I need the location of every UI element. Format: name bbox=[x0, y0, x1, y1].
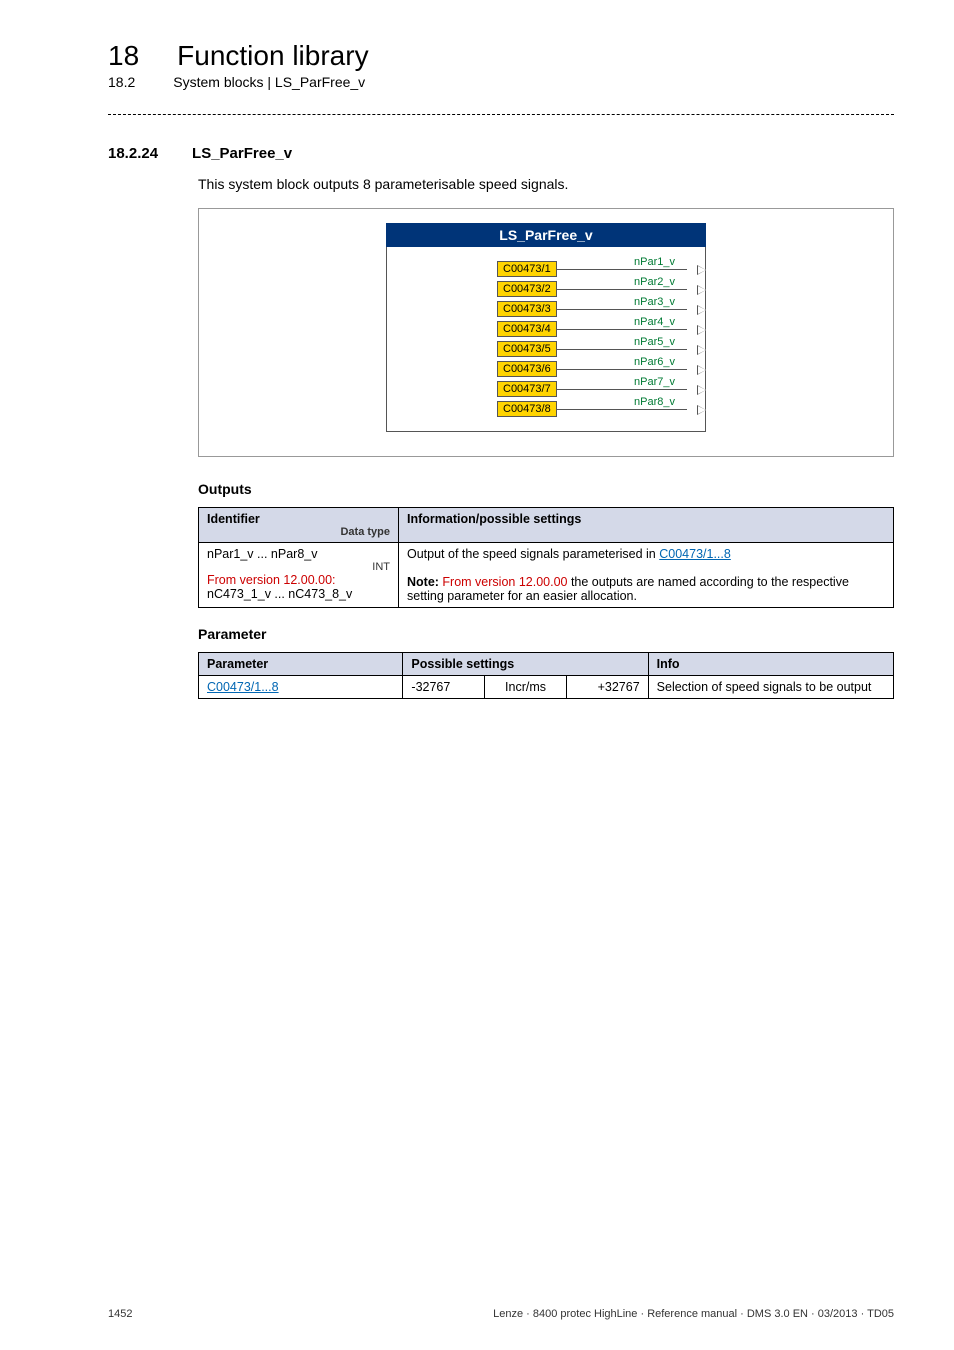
settings-max: +32767 bbox=[566, 676, 648, 699]
chapter-title: Function library bbox=[177, 40, 368, 72]
param-box: C00473/8 bbox=[497, 401, 557, 417]
link[interactable]: C00473/1...8 bbox=[659, 547, 731, 561]
param-box: C00473/3 bbox=[497, 301, 557, 317]
col-settings: Possible settings bbox=[403, 653, 648, 676]
output-label: nPar2_v bbox=[634, 276, 675, 288]
param-link[interactable]: C00473/1...8 bbox=[207, 680, 279, 694]
output-label: nPar5_v bbox=[634, 336, 675, 348]
col-info: Info bbox=[648, 653, 893, 676]
parameter-table: Parameter Possible settings Info C00473/… bbox=[198, 652, 894, 699]
param-box: C00473/6 bbox=[497, 361, 557, 377]
section-number: 18.2 bbox=[108, 74, 135, 90]
col-info: Information/possible settings bbox=[399, 508, 894, 543]
col-identifier: Identifier bbox=[207, 512, 390, 526]
intro-text: This system block outputs 8 parameterisa… bbox=[198, 176, 894, 192]
footer-text: Lenze · 8400 protec HighLine · Reference… bbox=[493, 1308, 894, 1320]
param-info: Selection of speed signals to be output bbox=[648, 676, 893, 699]
settings-min: -32767 bbox=[403, 676, 485, 699]
subsection-number: 18.2.24 bbox=[108, 145, 158, 162]
divider bbox=[108, 114, 894, 115]
settings-unit: Incr/ms bbox=[485, 676, 567, 699]
parameter-heading: Parameter bbox=[198, 626, 894, 642]
arrow-icon bbox=[697, 285, 706, 295]
outputs-heading: Outputs bbox=[198, 481, 894, 497]
diagram-title: LS_ParFree_v bbox=[386, 223, 706, 247]
datatype-label: Data type bbox=[207, 526, 390, 538]
page-number: 1452 bbox=[108, 1308, 132, 1320]
arrow-icon bbox=[697, 405, 706, 415]
param-box: C00473/4 bbox=[497, 321, 557, 337]
output-label: nPar7_v bbox=[634, 376, 675, 388]
identifier-int: INT bbox=[207, 561, 390, 573]
identifier-line: nPar1_v ... nPar8_v bbox=[207, 547, 390, 561]
output-label: nPar6_v bbox=[634, 356, 675, 368]
output-label: nPar8_v bbox=[634, 396, 675, 408]
arrow-icon bbox=[697, 385, 706, 395]
output-label: nPar4_v bbox=[634, 316, 675, 328]
outputs-table: Identifier Data type Information/possibl… bbox=[198, 507, 894, 608]
param-box: C00473/7 bbox=[497, 381, 557, 397]
param-box: C00473/5 bbox=[497, 341, 557, 357]
arrow-icon bbox=[697, 365, 706, 375]
subsection-title: LS_ParFree_v bbox=[192, 145, 292, 162]
col-parameter: Parameter bbox=[199, 653, 403, 676]
identifier-version: From version 12.00.00: bbox=[207, 573, 390, 587]
section-path: System blocks | LS_ParFree_v bbox=[173, 74, 365, 90]
arrow-icon bbox=[697, 325, 706, 335]
output-label: nPar1_v bbox=[634, 256, 675, 268]
arrow-icon bbox=[697, 305, 706, 315]
param-box: C00473/1 bbox=[497, 261, 557, 277]
arrow-icon bbox=[697, 345, 706, 355]
chapter-number: 18 bbox=[108, 40, 139, 72]
arrow-icon bbox=[697, 265, 706, 275]
block-diagram: LS_ParFree_v C00473/1 nPar1_v C00473/2 n… bbox=[198, 208, 894, 457]
info-line: Output of the speed signals parameterise… bbox=[407, 547, 885, 561]
info-note: Note: From version 12.00.00 the outputs … bbox=[407, 575, 885, 603]
param-box: C00473/2 bbox=[497, 281, 557, 297]
identifier-line: nC473_1_v ... nC473_8_v bbox=[207, 587, 390, 601]
output-label: nPar3_v bbox=[634, 296, 675, 308]
